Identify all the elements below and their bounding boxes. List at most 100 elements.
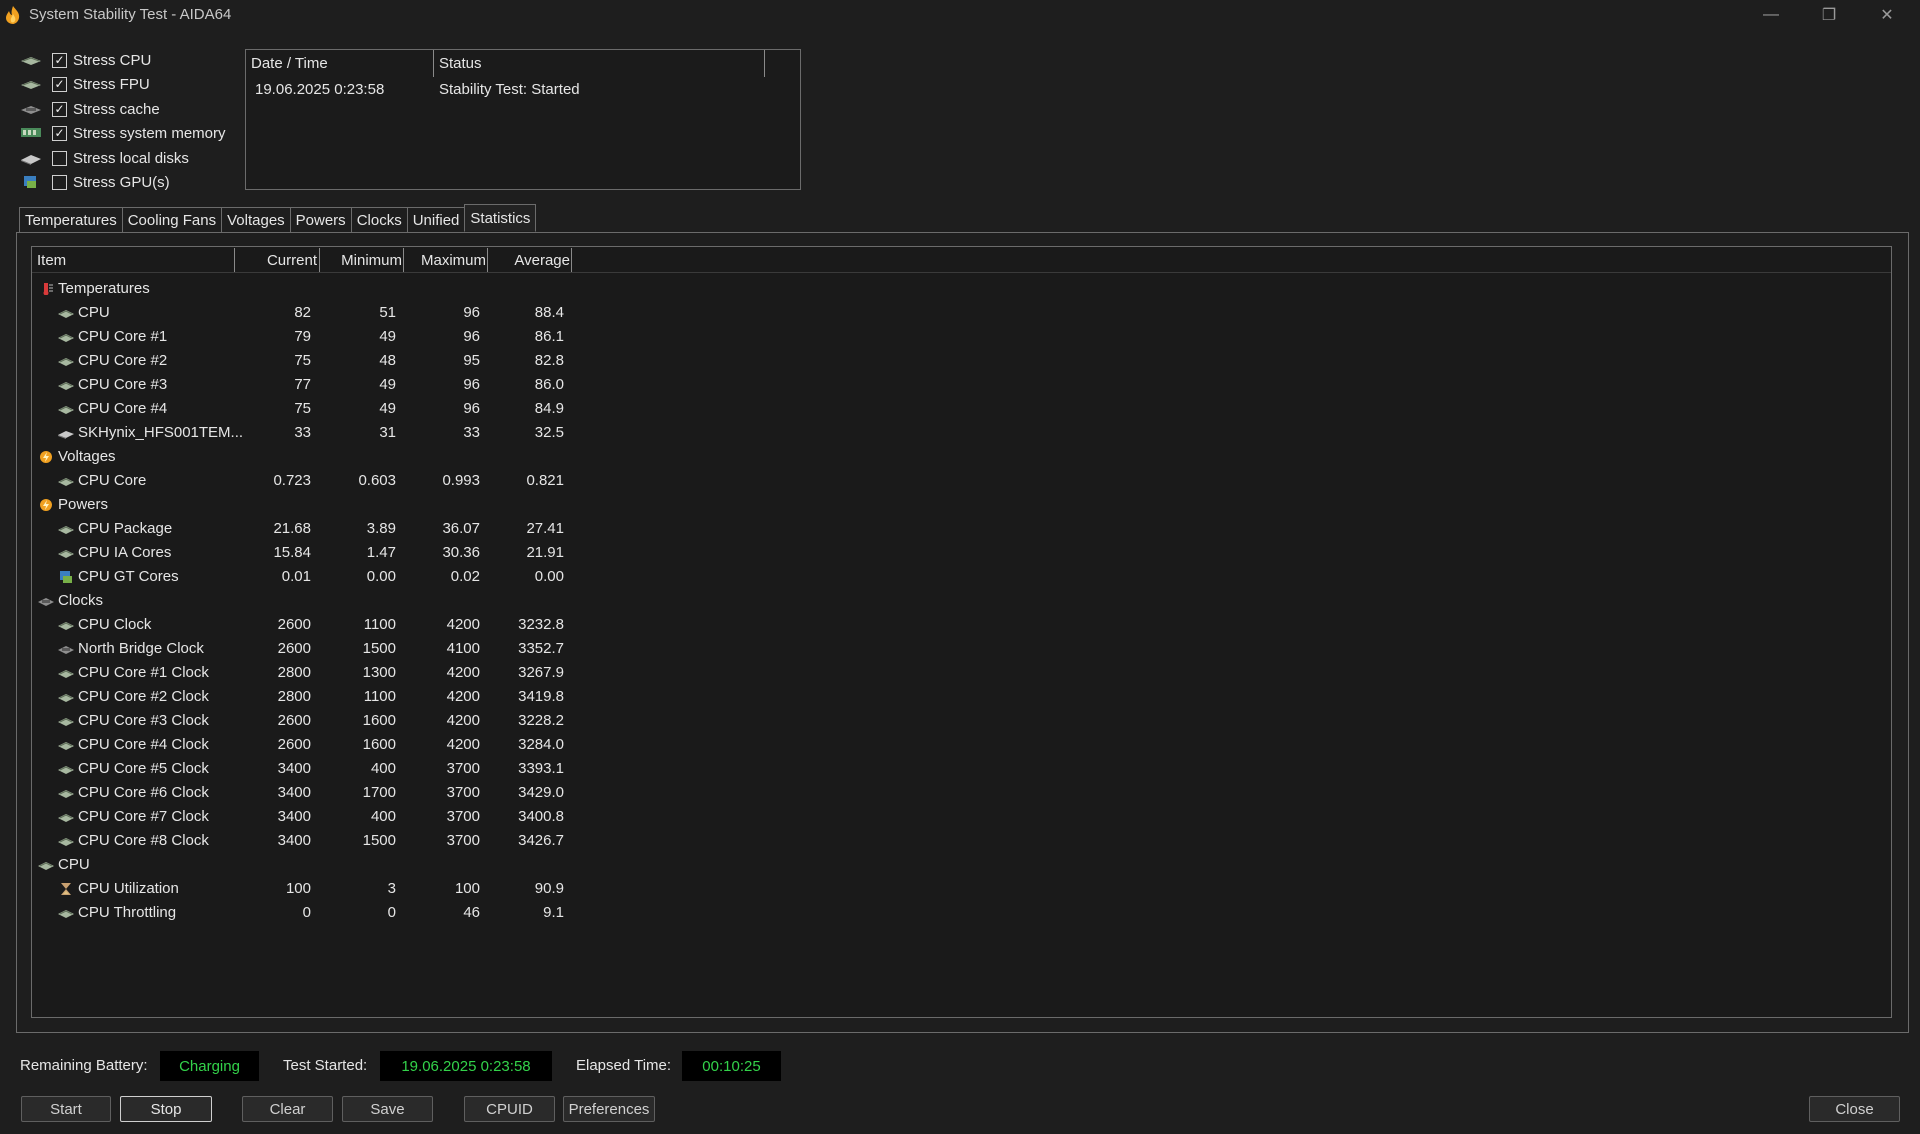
minimize-button[interactable]: —	[1742, 0, 1800, 30]
table-row[interactable]: North Bridge Clock 2600 1500 4100 3352.7	[32, 637, 732, 661]
average-value: 27.41	[526, 520, 564, 537]
table-row[interactable]: CPU Core #6 Clock 3400 1700 3700 3429.0	[32, 781, 732, 805]
column-header-maximum[interactable]: Maximum	[404, 252, 486, 269]
current-value: 0	[302, 904, 311, 921]
maximum-value: 3700	[446, 784, 480, 801]
stress-fpu-label: Stress FPU	[73, 75, 150, 93]
stress-fpu-option[interactable]: ✓ Stress FPU	[20, 74, 150, 94]
maximize-button[interactable]: ❐	[1800, 0, 1858, 30]
current-value: 2600	[277, 712, 311, 729]
start-button[interactable]: Start	[21, 1096, 111, 1122]
tab-cooling-fans[interactable]: Cooling Fans	[121, 207, 222, 233]
cpu-chip-icon	[58, 670, 74, 678]
table-row[interactable]: CPU Core #2 75 48 95 82.8	[32, 349, 732, 373]
average-value: 86.1	[534, 328, 564, 345]
table-row[interactable]: CPU IA Cores 15.84 1.47 30.36 21.91	[32, 541, 732, 565]
table-row[interactable]: CPU Core #8 Clock 3400 1500 3700 3426.7	[32, 829, 732, 853]
table-row[interactable]: CPU Core #3 77 49 96 86.0	[32, 373, 732, 397]
stress-memory-checkbox[interactable]: ✓	[52, 125, 67, 141]
table-row[interactable]: CPU Clock 2600 1100 4200 3232.8	[32, 613, 732, 637]
column-divider	[571, 248, 572, 272]
table-group-row[interactable]: Powers	[32, 493, 732, 517]
table-row[interactable]: CPU Package 21.68 3.89 36.07 27.41	[32, 517, 732, 541]
table-row[interactable]: CPU Core #1 Clock 2800 1300 4200 3267.9	[32, 661, 732, 685]
minimum-value: 1600	[362, 712, 396, 729]
cpu-chip-icon	[58, 550, 74, 558]
current-value: 2800	[277, 664, 311, 681]
stress-gpu-checkbox[interactable]	[52, 174, 67, 190]
table-row[interactable]: CPU Core #7 Clock 3400 400 3700 3400.8	[32, 805, 732, 829]
minimum-value: 1100	[363, 616, 396, 633]
table-group-row[interactable]: CPU	[32, 853, 732, 877]
tab-voltages[interactable]: Voltages	[221, 207, 290, 233]
item-label: CPU	[78, 304, 110, 321]
table-row[interactable]: CPU Throttling 0 0 46 9.1	[32, 901, 732, 925]
table-row[interactable]: SKHynix_HFS001TEM... 33 31 33 32.5	[32, 421, 732, 445]
stress-cache-option[interactable]: ✓ Stress cache	[20, 99, 160, 119]
current-value: 2800	[277, 688, 311, 705]
table-group-row[interactable]: Clocks	[32, 589, 732, 613]
table-group-row[interactable]: Voltages	[32, 445, 732, 469]
checkmark-icon: ✓	[54, 77, 65, 91]
table-row[interactable]: CPU Utilization 100 3 100 90.9	[32, 877, 732, 901]
maximum-value: 0.02	[450, 568, 480, 585]
close-window-button[interactable]: ✕	[1858, 0, 1916, 30]
stress-disks-checkbox[interactable]	[52, 150, 67, 166]
current-value: 2600	[277, 616, 311, 633]
preferences-button[interactable]: Preferences	[563, 1096, 655, 1122]
column-header-item[interactable]: Item	[37, 252, 66, 269]
minimum-value: 400	[370, 808, 396, 825]
minimum-value: 0.00	[366, 568, 396, 585]
group-label: Clocks	[58, 592, 104, 609]
cpuid-button[interactable]: CPUID	[464, 1096, 555, 1122]
stress-memory-option[interactable]: ✓ Stress system memory	[20, 123, 226, 143]
current-value: 3400	[277, 832, 311, 849]
table-row[interactable]: CPU 82 51 96 88.4	[32, 301, 732, 325]
stop-button[interactable]: Stop	[120, 1096, 212, 1122]
table-row[interactable]: CPU Core #5 Clock 3400 400 3700 3393.1	[32, 757, 732, 781]
column-header-current[interactable]: Current	[235, 252, 317, 269]
save-button[interactable]: Save	[342, 1096, 433, 1122]
table-row[interactable]: CPU Core #4 75 49 96 84.9	[32, 397, 732, 421]
maximum-value: 4200	[446, 736, 480, 753]
cpu-chip-icon	[58, 766, 74, 774]
table-row[interactable]: CPU Core #2 Clock 2800 1100 4200 3419.8	[32, 685, 732, 709]
average-value: 32.5	[534, 424, 564, 441]
table-group-row[interactable]: Temperatures	[32, 277, 732, 301]
item-label: North Bridge Clock	[78, 640, 204, 657]
tab-clocks[interactable]: Clocks	[350, 207, 407, 233]
tab-powers[interactable]: Powers	[289, 207, 351, 233]
cpu-chip-icon	[58, 718, 74, 726]
item-label: CPU Package	[78, 520, 173, 537]
stress-disks-option[interactable]: Stress local disks	[20, 148, 189, 168]
stress-cache-checkbox[interactable]: ✓	[52, 101, 67, 117]
log-header-date[interactable]: Date / Time	[251, 55, 328, 72]
event-log-list[interactable]: Date / Time Status 19.06.2025 0:23:58 St…	[245, 49, 801, 190]
power-icon	[40, 499, 52, 511]
current-value: 79	[294, 328, 311, 345]
clear-button[interactable]: Clear	[242, 1096, 333, 1122]
close-button[interactable]: Close	[1809, 1096, 1900, 1122]
table-row[interactable]: CPU Core #1 79 49 96 86.1	[32, 325, 732, 349]
table-row[interactable]: CPU Core 0.723 0.603 0.993 0.821	[32, 469, 732, 493]
item-label: CPU Core #8 Clock	[78, 832, 209, 849]
average-value: 0.00	[534, 568, 564, 585]
stress-cpu-checkbox[interactable]: ✓	[52, 52, 67, 68]
log-header-status[interactable]: Status	[439, 55, 482, 72]
stress-gpu-option[interactable]: Stress GPU(s)	[20, 172, 170, 192]
column-header-minimum[interactable]: Minimum	[320, 252, 402, 269]
average-value: 3228.2	[518, 712, 564, 729]
tab-unified[interactable]: Unified	[406, 207, 465, 233]
average-value: 88.4	[534, 304, 564, 321]
aida64-flame-icon	[6, 6, 20, 24]
tab-statistics[interactable]: Statistics	[464, 204, 537, 232]
column-header-average[interactable]: Average	[488, 252, 570, 269]
tab-temperatures[interactable]: Temperatures	[19, 207, 122, 233]
table-row[interactable]: CPU Core #3 Clock 2600 1600 4200 3228.2	[32, 709, 732, 733]
stress-fpu-checkbox[interactable]: ✓	[52, 76, 67, 92]
minimum-value: 49	[379, 400, 396, 417]
statistics-table[interactable]: Item Current Minimum Maximum Average Tem…	[31, 246, 1892, 1018]
table-row[interactable]: CPU GT Cores 0.01 0.00 0.02 0.00	[32, 565, 732, 589]
table-row[interactable]: CPU Core #4 Clock 2600 1600 4200 3284.0	[32, 733, 732, 757]
stress-cpu-option[interactable]: ✓ Stress CPU	[20, 50, 151, 70]
